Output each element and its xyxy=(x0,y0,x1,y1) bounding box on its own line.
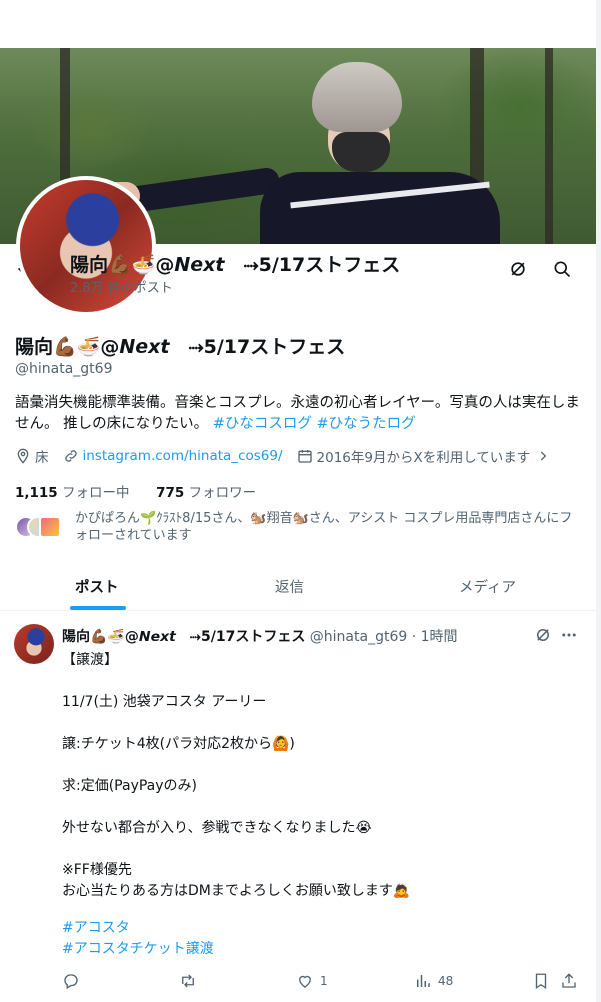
tab-posts[interactable]: ポスト xyxy=(75,576,119,597)
tweet-time[interactable]: · 1時間 xyxy=(412,629,458,645)
search-icon xyxy=(554,261,571,278)
joined-item[interactable]: 2016年9月からXを利用しています xyxy=(297,446,555,466)
banner-tree xyxy=(545,48,553,244)
repost-icon xyxy=(182,974,194,988)
tweet-author-handle[interactable]: @hinata_gt69 xyxy=(310,629,407,645)
share-button[interactable] xyxy=(560,972,584,990)
like-button[interactable]: 1 xyxy=(296,972,328,990)
follow-counts: 1,115 フォロー中 775 フォロワー xyxy=(15,481,256,501)
following-label: フォロー中 xyxy=(62,485,130,501)
heart-icon xyxy=(299,975,311,988)
like-count: 1 xyxy=(320,974,328,988)
tweet-author-name[interactable]: 陽向💪🏾🍜@𝙉𝙚𝙭𝙩 ⤑5/17ストフェス xyxy=(62,629,305,645)
tweet-header: 陽向💪🏾🍜@𝙉𝙚𝙭𝙩 ⤑5/17ストフェス @hinata_gt69 · 1時間 xyxy=(62,626,458,646)
follower-avatar xyxy=(39,516,61,538)
location-pin-icon xyxy=(17,448,29,464)
profile-tabs: ポスト 返信 メディア xyxy=(0,562,596,611)
more-icon xyxy=(562,633,576,637)
top-blank-area xyxy=(0,0,601,48)
view-count: 48 xyxy=(438,974,454,988)
header-post-count: 2.8万 件のポスト xyxy=(70,281,173,296)
page-border xyxy=(596,0,601,1002)
reply-button[interactable] xyxy=(62,972,86,990)
following-link[interactable]: 1,115 フォロー中 xyxy=(15,485,130,501)
location-item: 床 xyxy=(15,446,49,466)
following-count: 1,115 xyxy=(15,485,58,501)
tweet-actions: 1 48 xyxy=(62,972,582,994)
grok-button[interactable] xyxy=(501,252,535,286)
banner-person xyxy=(100,62,500,244)
website-item[interactable]: instagram.com/hinata_cos69/ xyxy=(63,448,283,464)
search-button[interactable] xyxy=(545,252,579,286)
tweet-card[interactable]: 陽向💪🏾🍜@𝙉𝙚𝙭𝙩 ⤑5/17ストフェス @hinata_gt69 · 1時間… xyxy=(0,612,596,1002)
tweet-avatar[interactable] xyxy=(14,624,54,664)
tweet-hashtags: #アコスタ #アコスタチケット譲渡 xyxy=(62,918,214,960)
followers-label: フォロワー xyxy=(188,485,257,501)
tweet-grok-button[interactable] xyxy=(534,626,552,648)
bio-hashtag-link[interactable]: #ひなうたログ xyxy=(316,416,415,432)
tweet-text: 【譲渡】 11/7(土) 池袋アコスタ アーリー 譲:チケット4枚(パラ対応2枚… xyxy=(62,652,411,899)
views-button[interactable]: 48 xyxy=(414,972,453,990)
website-link[interactable]: instagram.com/hinata_cos69/ xyxy=(83,448,283,464)
tab-media[interactable]: メディア xyxy=(459,576,516,597)
followed-by-row[interactable]: かぴぱろん🌱ｸﾗｽﾄ8/15さん、🐿️翔音🐿️さん、アシスト コスプレ用品専門店… xyxy=(15,510,585,546)
profile-meta: 床 instagram.com/hinata_cos69/ 2016年9月からX… xyxy=(15,446,568,466)
grok-icon xyxy=(511,262,525,276)
calendar-icon xyxy=(297,450,312,463)
hashtag-link[interactable]: #アコスタチケット譲渡 xyxy=(62,939,214,960)
views-icon xyxy=(417,975,430,987)
chevron-right-icon xyxy=(541,451,547,461)
location-text: 床 xyxy=(35,450,49,466)
joined-text: 2016年9月からXを利用しています xyxy=(316,450,531,466)
reply-icon xyxy=(64,974,78,989)
tweet-more-button[interactable] xyxy=(560,626,578,648)
grok-icon xyxy=(537,629,549,641)
share-icon xyxy=(562,973,576,988)
header-display-name: 陽向💪🏾🍜@𝙉𝙚𝙭𝙩 ⤑5/17ストフェス xyxy=(70,254,401,276)
hashtag-link[interactable]: #アコスタ xyxy=(62,918,214,939)
profile-bio: 語彙消失機能標準装備。音楽とコスプレ。永遠の初心者レイヤー。写真の人は実在しませ… xyxy=(15,393,580,435)
bio-hashtag-link[interactable]: #ひなコスログ xyxy=(213,416,312,432)
followed-by-text: かぴぱろん🌱ｸﾗｽﾄ8/15さん、🐿️翔音🐿️さん、アシスト コスプレ用品専門店… xyxy=(75,511,573,543)
followers-count: 775 xyxy=(156,485,185,501)
repost-button[interactable] xyxy=(178,972,204,990)
bookmark-button[interactable] xyxy=(532,972,556,990)
followers-link[interactable]: 775 フォロワー xyxy=(156,485,256,501)
profile-display-name: 陽向💪🏾🍜@𝙉𝙚𝙭𝙩 ⤑5/17ストフェス xyxy=(15,336,346,358)
tab-replies[interactable]: 返信 xyxy=(275,576,304,597)
profile-handle: @hinata_gt69 xyxy=(15,361,113,377)
link-icon xyxy=(64,450,77,462)
bookmark-icon xyxy=(535,973,547,990)
active-tab-indicator xyxy=(70,606,126,610)
